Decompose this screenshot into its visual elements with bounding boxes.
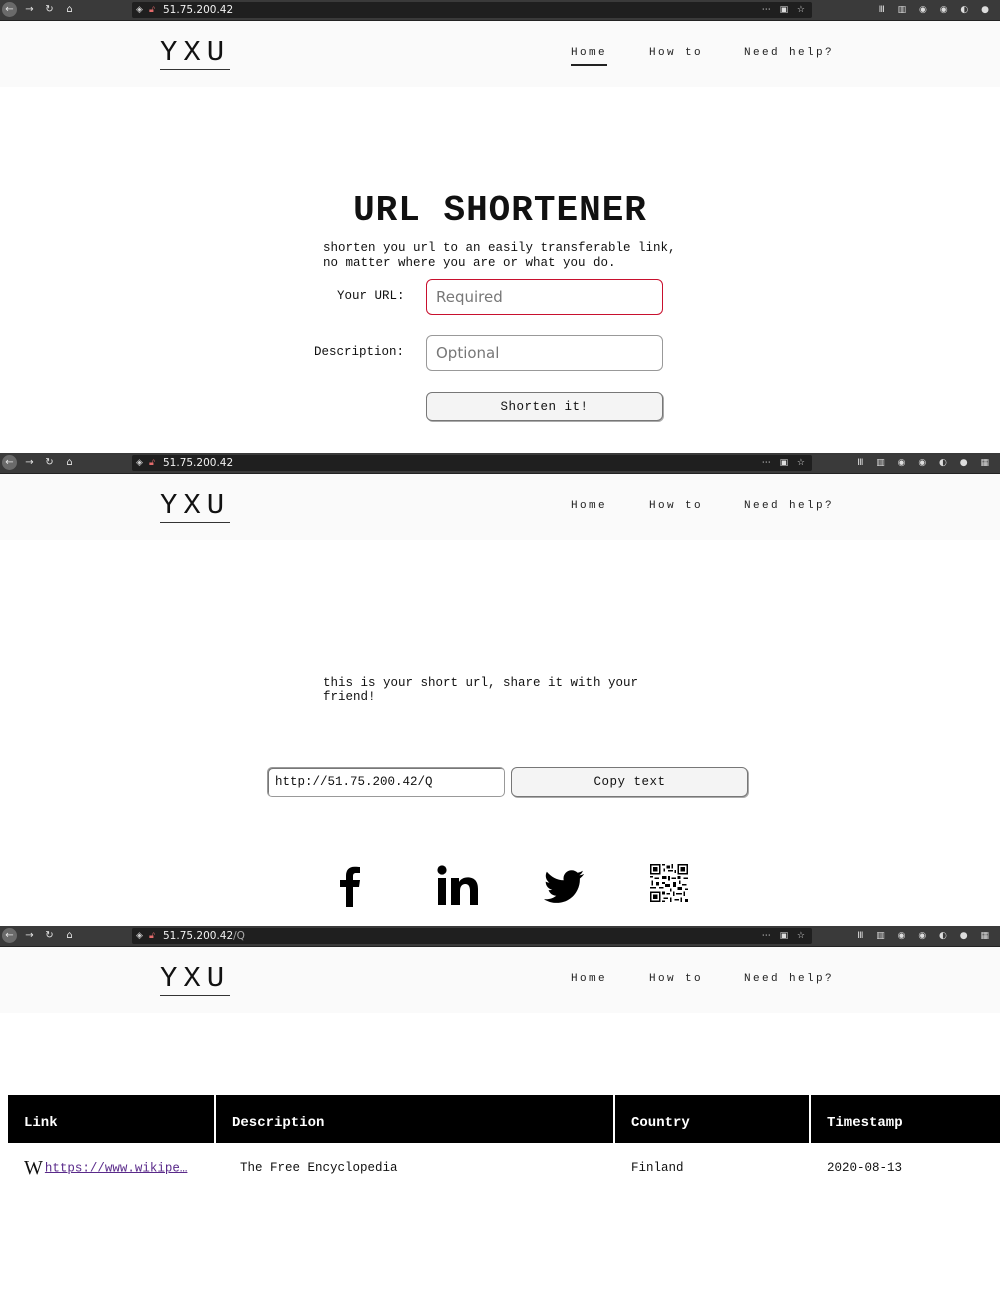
address-path: /Q xyxy=(233,930,245,942)
back-icon[interactable]: ← xyxy=(2,928,17,943)
page-subtitle: shorten you url to an easily transferabl… xyxy=(323,241,676,270)
nav-how-to[interactable]: How to xyxy=(649,973,703,985)
wikipedia-icon: W xyxy=(24,1157,43,1179)
nav-home[interactable]: Home xyxy=(571,47,608,66)
screenshot-stats: ← → ↻ ⌂ ◈ 🔓︎ 51.75.200.42/Q ⋯ ▣ ☆ Ⅲ ▥ ◉ … xyxy=(0,926,1000,1300)
browser-toolbar: ← → ↻ ⌂ ◈ 🔓︎ 51.75.200.42 ⋯ ▣ ☆ Ⅲ ▥ ◉ ◉ … xyxy=(0,453,1000,474)
twitter-icon[interactable] xyxy=(542,863,586,907)
home-icon[interactable]: ⌂ xyxy=(62,2,77,17)
address-text: 51.75.200.42 xyxy=(163,457,234,469)
table-row: Whttps://www.wikipe… The Free Encycloped… xyxy=(8,1143,1000,1191)
header-country: Country xyxy=(615,1095,811,1143)
site-logo[interactable]: YXU xyxy=(160,490,231,523)
home-icon[interactable]: ⌂ xyxy=(62,455,77,470)
site-logo[interactable]: YXU xyxy=(160,963,231,996)
forward-icon[interactable]: → xyxy=(22,455,37,470)
nav-how-to[interactable]: How to xyxy=(649,500,703,512)
shorten-button[interactable]: Shorten it! xyxy=(426,392,663,421)
reload-icon[interactable]: ↻ xyxy=(42,2,57,17)
page-actions-icon[interactable]: ⋯ ▣ ☆ xyxy=(762,455,808,471)
nav-how-to[interactable]: How to xyxy=(649,47,703,59)
reload-icon[interactable]: ↻ xyxy=(42,928,57,943)
lock-icon: 🔓︎ xyxy=(149,458,155,468)
site-header: YXU Home How to Need help? xyxy=(0,21,1000,87)
forward-icon[interactable]: → xyxy=(22,928,37,943)
short-url-value: http://51.75.200.42/Q xyxy=(275,775,433,789)
header-link: Link xyxy=(8,1095,216,1143)
cell-description: The Free Encyclopedia xyxy=(240,1161,398,1175)
browser-nav: ← → ↻ ⌂ xyxy=(2,928,77,943)
back-icon[interactable]: ← xyxy=(2,2,17,17)
site-logo[interactable]: YXU xyxy=(160,37,231,70)
browser-toolbar: ← → ↻ ⌂ ◈ 🔓︎ 51.75.200.42 ⋯ ▣ ☆ Ⅲ ▥ ◉ ◉ … xyxy=(0,0,1000,21)
toolbar-extensions[interactable]: Ⅲ ▥ ◉ ◉ ◐ ● ▦ xyxy=(857,928,994,944)
qr-code-icon[interactable] xyxy=(650,864,688,902)
page-actions-icon[interactable]: ⋯ ▣ ☆ xyxy=(762,928,808,944)
stats-table: Link Description Country Timestamp Whttp… xyxy=(8,1095,1000,1191)
shield-icon: ◈ xyxy=(136,458,143,468)
table-header: Link Description Country Timestamp xyxy=(8,1095,1000,1143)
forward-icon[interactable]: → xyxy=(22,2,37,17)
nav-need-help[interactable]: Need help? xyxy=(744,973,834,985)
nav-home[interactable]: Home xyxy=(571,973,607,985)
toolbar-extensions[interactable]: Ⅲ ▥ ◉ ◉ ◐ ● ▦ xyxy=(857,455,994,471)
header-description: Description xyxy=(216,1095,615,1143)
cell-timestamp: 2020-08-13 xyxy=(827,1161,903,1175)
site-header: YXU Home How to Need help? xyxy=(0,947,1000,1013)
lock-icon: 🔓︎ xyxy=(149,5,155,15)
back-icon[interactable]: ← xyxy=(2,455,17,470)
shield-icon: ◈ xyxy=(136,5,143,15)
lock-icon: 🔓︎ xyxy=(149,931,155,941)
browser-nav: ← → ↻ ⌂ xyxy=(2,2,77,17)
result-message: this is your short url, share it with yo… xyxy=(323,676,639,704)
address-bar[interactable]: ◈ 🔓︎ 51.75.200.42 ⋯ ▣ ☆ xyxy=(132,2,812,18)
description-label: Description: xyxy=(314,345,405,359)
description-input[interactable] xyxy=(426,335,663,371)
nav-need-help[interactable]: Need help? xyxy=(744,47,834,59)
cell-link: Whttps://www.wikipe… xyxy=(8,1143,216,1191)
url-label: Your URL: xyxy=(337,289,405,303)
home-icon[interactable]: ⌂ xyxy=(62,928,77,943)
shield-icon: ◈ xyxy=(136,931,143,941)
nav-home[interactable]: Home xyxy=(571,500,607,512)
screenshot-result: ← → ↻ ⌂ ◈ 🔓︎ 51.75.200.42 ⋯ ▣ ☆ Ⅲ ▥ ◉ ◉ … xyxy=(0,453,1000,926)
address-host: 51.75.200.42 xyxy=(163,930,234,942)
url-input[interactable] xyxy=(426,279,663,315)
address-bar[interactable]: ◈ 🔓︎ 51.75.200.42 ⋯ ▣ ☆ xyxy=(132,455,812,471)
toolbar-extensions[interactable]: Ⅲ ▥ ◉ ◉ ◐ ● xyxy=(879,2,994,18)
address-bar[interactable]: ◈ 🔓︎ 51.75.200.42/Q ⋯ ▣ ☆ xyxy=(132,928,812,944)
page-actions-icon[interactable]: ⋯ ▣ ☆ xyxy=(762,2,808,18)
screenshot-form: ← → ↻ ⌂ ◈ 🔓︎ 51.75.200.42 ⋯ ▣ ☆ Ⅲ ▥ ◉ ◉ … xyxy=(0,0,1000,453)
nav-need-help[interactable]: Need help? xyxy=(744,500,834,512)
cell-country: Finland xyxy=(631,1161,684,1175)
address-text: 51.75.200.42 xyxy=(163,4,234,16)
browser-toolbar: ← → ↻ ⌂ ◈ 🔓︎ 51.75.200.42/Q ⋯ ▣ ☆ Ⅲ ▥ ◉ … xyxy=(0,926,1000,947)
page-title: URL SHORTENER xyxy=(353,190,647,231)
header-timestamp: Timestamp xyxy=(827,1115,903,1131)
reload-icon[interactable]: ↻ xyxy=(42,455,57,470)
browser-nav: ← → ↻ ⌂ xyxy=(2,455,77,470)
site-header: YXU Home How to Need help? xyxy=(0,474,1000,540)
row-link[interactable]: https://www.wikipe… xyxy=(45,1161,188,1175)
facebook-icon[interactable] xyxy=(329,863,373,907)
copy-text-button[interactable]: Copy text xyxy=(511,767,748,797)
short-url-field[interactable]: http://51.75.200.42/Q xyxy=(267,767,505,797)
linkedin-icon[interactable] xyxy=(436,863,480,907)
